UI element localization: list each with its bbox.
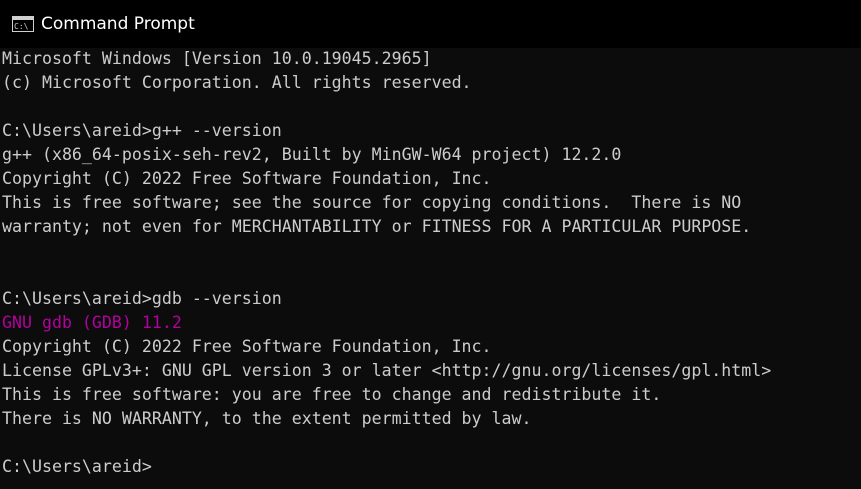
console-line: warranty; not even for MERCHANTABILITY o… — [2, 217, 752, 236]
title-bar[interactable]: C:\ Command Prompt — [0, 0, 861, 48]
svg-text:C:\: C:\ — [14, 22, 29, 31]
cmd-icon: C:\ — [12, 16, 34, 32]
console-line: License GPLv3+: GNU GPL version 3 or lat… — [2, 361, 772, 380]
console-line: C:\Users\areid>g++ --version — [2, 121, 282, 140]
console-line: GNU gdb (GDB) 11.2 — [2, 313, 182, 332]
window-title: Command Prompt — [41, 14, 195, 34]
console-line: g++ (x86_64-posix-seh-rev2, Built by Min… — [2, 145, 622, 164]
console-line: This is free software; see the source fo… — [2, 193, 742, 212]
console-line: (c) Microsoft Corporation. All rights re… — [2, 73, 472, 92]
console-output[interactable]: Microsoft Windows [Version 10.0.19045.29… — [2, 47, 861, 489]
console-line: This is free software: you are free to c… — [2, 385, 662, 404]
console-line: There is NO WARRANTY, to the extent perm… — [2, 409, 532, 428]
console-line: C:\Users\areid>gdb --version — [2, 289, 282, 308]
console-line: Copyright (C) 2022 Free Software Foundat… — [2, 337, 492, 356]
console-line: C:\Users\areid> — [2, 457, 152, 476]
console-line: Copyright (C) 2022 Free Software Foundat… — [2, 169, 492, 188]
console-line: Microsoft Windows [Version 10.0.19045.29… — [2, 49, 432, 68]
command-prompt-window: C:\ Command Prompt Microsoft Windows [Ve… — [0, 0, 861, 489]
